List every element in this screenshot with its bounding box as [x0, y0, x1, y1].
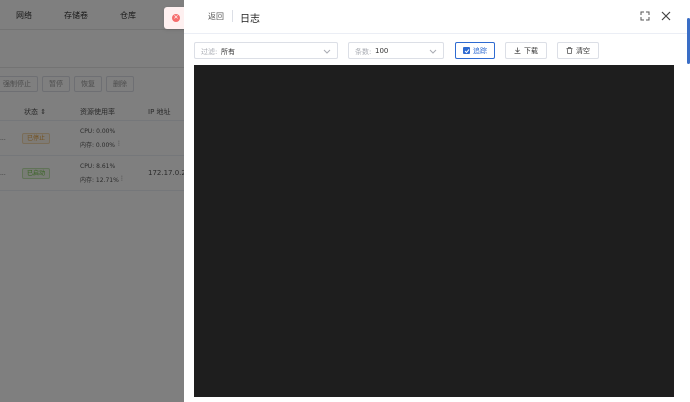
download-button[interactable]: 下载 — [505, 42, 547, 59]
filter-value: 所有 — [221, 48, 235, 56]
clear-label: 清空 — [576, 46, 590, 55]
filter-select[interactable]: 过滤: 所有 — [194, 42, 338, 59]
back-button[interactable]: 返回 — [208, 11, 224, 22]
checkbox-checked-icon — [463, 47, 470, 54]
clear-button[interactable]: 清空 — [557, 42, 599, 59]
download-icon — [514, 47, 521, 54]
error-icon: ✕ — [172, 14, 180, 22]
chevron-down-icon — [429, 49, 437, 54]
download-label: 下载 — [524, 46, 538, 55]
follow-toggle[interactable]: 追踪 — [455, 42, 495, 59]
count-value: 100 — [375, 47, 389, 55]
fullscreen-icon[interactable] — [640, 11, 650, 21]
header-divider — [232, 10, 233, 22]
drawer-title: 日志 — [240, 14, 260, 25]
filter-prefix: 过滤: — [201, 48, 218, 56]
log-output[interactable] — [194, 65, 674, 397]
log-drawer: 返回 日志 过滤: 所有 条数: 100 追踪 下载 清空 — [184, 0, 690, 402]
follow-label: 追踪 — [473, 46, 487, 55]
close-icon[interactable] — [660, 10, 672, 22]
chevron-down-icon — [323, 49, 331, 54]
count-select[interactable]: 条数: 100 — [348, 42, 444, 59]
trash-icon — [566, 47, 573, 54]
drawer-header: 返回 日志 — [184, 0, 690, 34]
count-prefix: 条数: — [355, 48, 372, 56]
